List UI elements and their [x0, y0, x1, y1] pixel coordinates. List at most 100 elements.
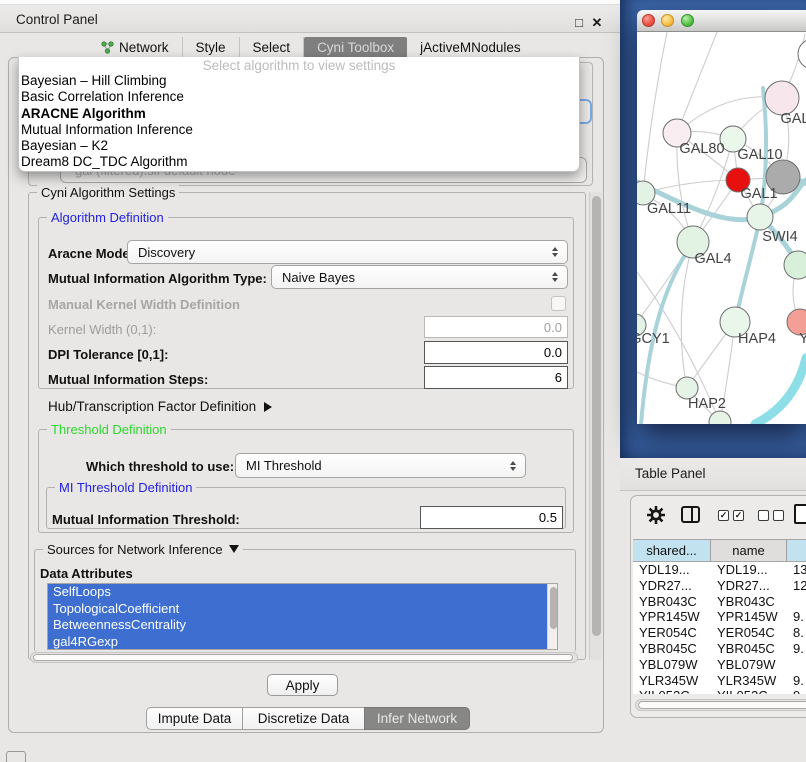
control-tabbar: NetworkStyleSelectCyni ToolboxjActiveMNo…	[88, 37, 534, 58]
table-row[interactable]: YIL052CYIL052C9	[633, 688, 806, 694]
table-row[interactable]: YBR045CYBR045C9.	[633, 641, 806, 657]
checked-checkbox-icon[interactable]: ✓	[733, 510, 744, 521]
network-node[interactable]	[784, 251, 806, 279]
table-row[interactable]: YDL19...YDL19...13	[633, 562, 806, 578]
algorithm-item-bayesian-k2[interactable]: Bayesian – K2	[19, 138, 579, 154]
data-attributes-label: Data Attributes	[40, 566, 133, 581]
mi-steps-field[interactable]: 6	[424, 366, 568, 389]
network-node[interactable]	[709, 411, 731, 424]
network-canvas[interactable]: GALGAL80GAL10GAL1GAL11SWI4GAL4GCY1HAP4YH…	[637, 32, 806, 424]
kernel-width-field[interactable]: 0.0	[424, 316, 568, 338]
dpi-tolerance-label: DPI Tolerance [0,1]:	[48, 347, 168, 362]
table-cell: YIL052C	[633, 688, 711, 694]
attribute-item-betweennesscentrality[interactable]: BetweennessCentrality	[48, 617, 557, 634]
close-window-icon[interactable]: ✕	[589, 15, 605, 31]
node-attribute-table: shared...nameA YDL19...YDL19...13YDR27..…	[633, 539, 806, 694]
algorithm-item-mutual-information-inference[interactable]: Mutual Information Inference	[19, 122, 579, 138]
table-header-row: shared...nameA	[633, 539, 806, 562]
float-window-icon[interactable]: □	[571, 15, 587, 31]
network-window-titlebar[interactable]	[637, 10, 806, 32]
close-traffic-light-icon[interactable]	[642, 14, 655, 27]
table-row[interactable]: YBR043CYBR043C	[633, 594, 806, 610]
bottom-tab-infer-network[interactable]: Infer Network	[364, 707, 470, 730]
aracne-mode-combo[interactable]: Discovery	[127, 240, 568, 264]
sources-group-label[interactable]: Sources for Network Inference	[43, 542, 243, 557]
mi-type-combo[interactable]: Naive Bayes	[271, 265, 568, 289]
table-cell	[787, 594, 806, 610]
network-edge	[643, 32, 667, 193]
column-header-name[interactable]: name	[711, 540, 787, 561]
attribute-item-selfloops[interactable]: SelfLoops	[48, 584, 557, 601]
column-header-a[interactable]: A	[787, 540, 806, 561]
algorithm-item-basic-correlation-inference[interactable]: Basic Correlation Inference	[19, 89, 579, 105]
app-root: { "colors": { "selection_blue": "#3e6fd0…	[0, 0, 806, 762]
unchecked-checkbox-icon[interactable]	[758, 510, 769, 521]
table-cell: YLR345W	[711, 673, 787, 689]
manual-kernel-checkbox[interactable]	[551, 296, 566, 311]
minimize-traffic-light-icon[interactable]	[661, 14, 674, 27]
algorithm-item-dream8-dc-tdc-algorithm[interactable]: Dream8 DC_TDC Algorithm	[19, 154, 579, 170]
dock-icon[interactable]	[6, 751, 26, 762]
tab-style[interactable]: Style	[183, 37, 240, 58]
node-label-y: Y	[799, 331, 806, 347]
settings-hscrollbar-thumb[interactable]	[33, 654, 573, 661]
column-header-shared[interactable]: shared...	[633, 540, 711, 561]
bottom-tab-discretize-data[interactable]: Discretize Data	[242, 707, 364, 730]
combo-arrows-icon	[510, 461, 516, 471]
table-row[interactable]: YPR145WYPR145W9.	[633, 609, 806, 625]
tab-select[interactable]: Select	[240, 37, 305, 58]
algorithm-dropdown-popup: Select algorithm to view settings Bayesi…	[18, 57, 580, 172]
which-threshold-combo[interactable]: MI Threshold	[235, 453, 526, 478]
table-row[interactable]: YLR345WYLR345W9.	[633, 673, 806, 689]
mi-steps-label: Mutual Information Steps:	[48, 372, 208, 387]
disclosure-down-icon[interactable]	[229, 545, 239, 553]
tab-jactivemnodules[interactable]: jActiveMNodules	[407, 37, 534, 58]
mi-threshold-field[interactable]: 0.5	[420, 506, 563, 529]
table-cell: YBR045C	[711, 641, 787, 657]
table-row[interactable]: YBL079WYBL079W	[633, 657, 806, 673]
gear-icon[interactable]	[645, 504, 667, 526]
document-icon[interactable]	[794, 504, 806, 524]
attribute-item-gal4rgexp[interactable]: gal4RGexp	[48, 634, 557, 651]
attribute-list-scrollbar[interactable]	[547, 584, 557, 649]
split-columns-icon[interactable]	[681, 506, 700, 523]
settings-hscrollbar[interactable]	[30, 652, 578, 663]
disclosure-right-icon[interactable]	[264, 402, 272, 412]
zoom-traffic-light-icon[interactable]	[681, 14, 694, 27]
table-row[interactable]: YER054CYER054C8.	[633, 625, 806, 641]
table-cell: YPR145W	[711, 609, 787, 625]
mi-type-label: Mutual Information Algorithm Type:	[48, 271, 267, 286]
hub-definition-disclosure[interactable]: Hub/Transcription Factor Definition	[48, 399, 272, 414]
attribute-list-scrollbar-thumb[interactable]	[550, 587, 557, 629]
table-hscrollbar-thumb[interactable]	[638, 701, 806, 709]
unchecked-checkbox-icon[interactable]	[773, 510, 784, 521]
algorithm-dropdown-list: Bayesian – Hill ClimbingBasic Correlatio…	[19, 73, 579, 171]
table-hscrollbar[interactable]	[635, 699, 806, 711]
algorithm-item-bayesian-hill-climbing[interactable]: Bayesian – Hill Climbing	[19, 73, 579, 89]
node-label-gal1: GAL1	[740, 186, 777, 202]
network-view-window: GALGAL80GAL10GAL1GAL11SWI4GAL4GCY1HAP4YH…	[637, 10, 806, 424]
table-cell: YDR27...	[633, 578, 711, 594]
table-row[interactable]: YDR27...YDR27...12	[633, 578, 806, 594]
combo-arrows-icon	[552, 247, 558, 257]
tab-network[interactable]: Network	[88, 37, 183, 58]
settings-scrollbar-thumb[interactable]	[592, 196, 601, 636]
network-node-gal[interactable]	[765, 81, 799, 115]
bottom-tab-impute-data[interactable]: Impute Data	[146, 707, 242, 730]
network-node-swi4[interactable]	[747, 204, 773, 230]
table-cell: 9	[787, 688, 806, 694]
algorithm-item-aracne-algorithm[interactable]: ARACNE Algorithm	[19, 106, 579, 122]
table-cell: YBL079W	[711, 657, 787, 673]
attribute-item-topologicalcoefficient[interactable]: TopologicalCoefficient	[48, 601, 557, 618]
apply-button[interactable]: Apply	[267, 674, 338, 696]
node-label-gal80: GAL80	[679, 141, 724, 157]
mi-threshold-group-label: MI Threshold Definition	[55, 480, 196, 495]
dpi-tolerance-field[interactable]: 0.0	[424, 341, 568, 364]
table-cell: 9.	[787, 609, 806, 625]
cyni-algorithm-settings-label: Cyni Algorithm Settings	[37, 185, 179, 200]
settings-scrollbar[interactable]	[589, 192, 602, 660]
table-cell: 9.	[787, 673, 806, 689]
checked-checkbox-icon[interactable]: ✓	[718, 510, 729, 521]
network-node[interactable]	[798, 39, 806, 69]
tab-cyni-toolbox[interactable]: Cyni Toolbox	[304, 37, 407, 58]
